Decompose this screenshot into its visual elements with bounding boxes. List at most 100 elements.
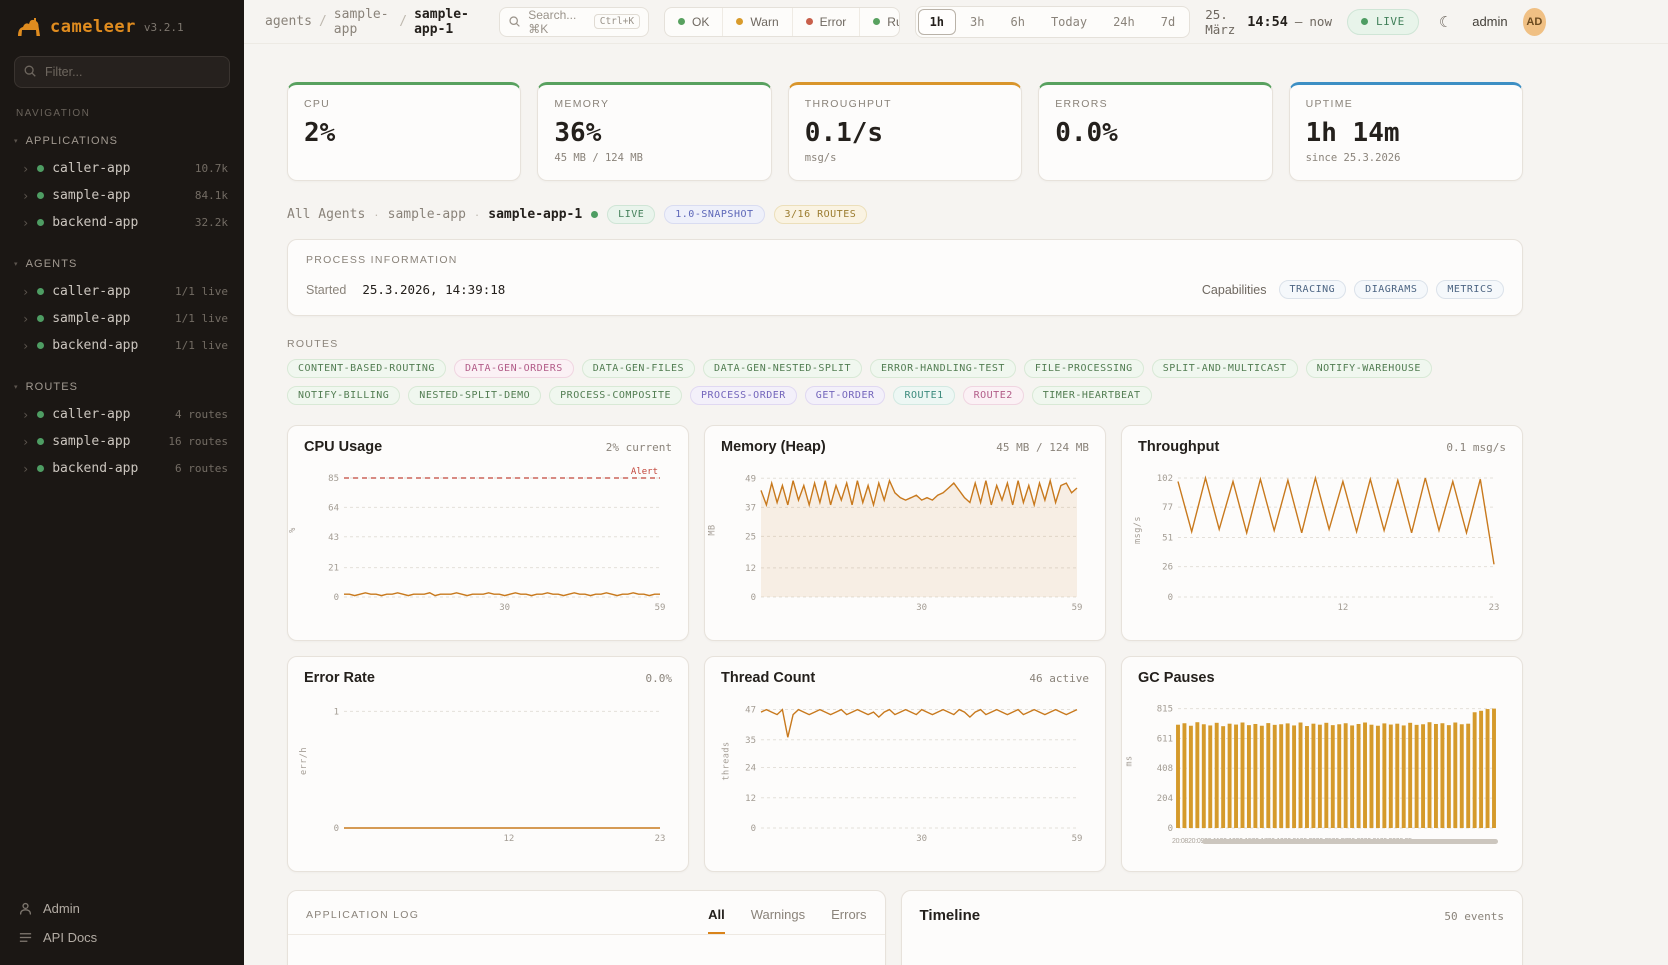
route-pill[interactable]: DATA-GEN-FILES — [582, 359, 695, 378]
sidebar-item-application-sample-app[interactable]: › sample-app 84.1k — [0, 182, 244, 209]
route-pill[interactable]: NOTIFY-WAREHOUSE — [1306, 359, 1432, 378]
status-filter-group: OK Warn Error Running — [664, 7, 900, 37]
agent-breadcrumb-bar: All Agents · sample-app · sample-app-1 L… — [287, 205, 1523, 224]
route-pill[interactable]: TIMER-HEARTBEAT — [1032, 386, 1152, 405]
chevron-right-icon: › — [22, 408, 29, 422]
breadcrumb-sample-app[interactable]: sample-app — [334, 7, 392, 37]
route-pill[interactable]: GET-ORDER — [805, 386, 886, 405]
route-pill[interactable]: ERROR-HANDLING-TEST — [870, 359, 1016, 378]
global-search[interactable]: Search... ⌘K Ctrl+K — [499, 7, 649, 37]
badge-routes-count: 3/16 ROUTES — [774, 205, 868, 224]
status-filter-running[interactable]: Running — [859, 8, 899, 36]
docs-icon — [18, 930, 33, 945]
svg-text:64: 64 — [328, 503, 339, 513]
y-axis-label: threads — [722, 741, 732, 780]
filter-input[interactable] — [14, 56, 230, 88]
tab-errors[interactable]: Errors — [831, 907, 866, 934]
svg-text:49: 49 — [745, 474, 756, 484]
route-pill[interactable]: DATA-GEN-ORDERS — [454, 359, 574, 378]
route-pill[interactable]: CONTENT-BASED-ROUTING — [287, 359, 446, 378]
agent-live-dot — [591, 211, 598, 218]
route-pill[interactable]: SPLIT-AND-MULTICAST — [1152, 359, 1298, 378]
route-pill[interactable]: PROCESS-COMPOSITE — [549, 386, 682, 405]
chart-current-value: 46 active — [1029, 672, 1089, 685]
time-range-3h[interactable]: 3h — [958, 9, 996, 35]
route-pill[interactable]: NOTIFY-BILLING — [287, 386, 400, 405]
tab-warnings[interactable]: Warnings — [751, 907, 805, 934]
svg-text:59: 59 — [655, 603, 666, 613]
sidebar-item-routes-sample-app[interactable]: › sample-app 16 routes — [0, 428, 244, 455]
dark-mode-toggle[interactable]: ☾ — [1434, 8, 1457, 36]
started-value: 25.3.2026, 14:39:18 — [362, 282, 505, 297]
breadcrumb-agents[interactable]: agents — [265, 14, 312, 29]
svg-text:35: 35 — [745, 736, 756, 746]
sidebar-item-agent-backend-app[interactable]: › backend-app 1/1 live — [0, 332, 244, 359]
stat-sub — [304, 152, 504, 165]
svg-text:43: 43 — [328, 533, 339, 543]
status-filter-error[interactable]: Error — [792, 8, 860, 36]
sidebar-item-application-caller-app[interactable]: › caller-app 10.7k — [0, 155, 244, 182]
user-menu[interactable]: admin — [1472, 14, 1507, 29]
live-label: LIVE — [1376, 15, 1405, 28]
stat-value: 0.0% — [1055, 118, 1255, 148]
link-sample-app[interactable]: sample-app — [388, 207, 466, 222]
sidebar-item-agent-sample-app[interactable]: › sample-app 1/1 live — [0, 305, 244, 332]
sidebar-item-admin[interactable]: Admin — [18, 901, 226, 916]
logo[interactable]: cameleer v3.2.1 — [0, 0, 244, 54]
time-display: 25. März 14:54 — now — [1205, 7, 1332, 37]
time-range-7d[interactable]: 7d — [1149, 9, 1187, 35]
person-icon — [18, 901, 33, 916]
sidebar-item-agent-caller-app[interactable]: › caller-app 1/1 live — [0, 278, 244, 305]
route-pill[interactable]: DATA-GEN-NESTED-SPLIT — [703, 359, 862, 378]
gc-pauses-chart: 0204408611815 — [1148, 692, 1500, 844]
sidebar-group-agents[interactable]: ▾ AGENTS — [0, 254, 244, 278]
item-badge: 84.1k — [195, 189, 228, 202]
svg-text:12: 12 — [745, 794, 756, 804]
current-agent-name: sample-app-1 — [488, 207, 582, 222]
route-pill[interactable]: NESTED-SPLIT-DEMO — [408, 386, 541, 405]
gc-chart-scrollbar[interactable] — [1202, 839, 1498, 844]
item-badge: 32.2k — [195, 216, 228, 229]
chart-current-value: 0.1 msg/s — [1446, 441, 1506, 454]
sidebar-group-routes[interactable]: ▾ ROUTES — [0, 377, 244, 401]
sidebar-item-routes-caller-app[interactable]: › caller-app 4 routes — [0, 401, 244, 428]
status-filter-ok[interactable]: OK — [665, 8, 722, 36]
time-range-1h[interactable]: 1h — [918, 9, 956, 35]
svg-text:85: 85 — [328, 474, 339, 484]
sidebar-item-application-backend-app[interactable]: › backend-app 32.2k — [0, 209, 244, 236]
item-label: sample-app — [52, 434, 130, 449]
route-pill[interactable]: ROUTE2 — [963, 386, 1024, 405]
svg-text:0: 0 — [751, 593, 756, 603]
status-filter-label: OK — [692, 15, 709, 29]
admin-label: Admin — [43, 901, 80, 916]
svg-text:408: 408 — [1157, 764, 1173, 774]
tab-all[interactable]: All — [708, 907, 725, 934]
status-dot — [806, 18, 813, 25]
route-pill[interactable]: PROCESS-ORDER — [690, 386, 797, 405]
svg-text:12: 12 — [1337, 603, 1348, 613]
route-pill[interactable]: FILE-PROCESSING — [1024, 359, 1144, 378]
status-dot — [37, 219, 44, 226]
stat-label: MEMORY — [554, 98, 754, 110]
svg-text:25: 25 — [745, 532, 756, 542]
date-label: 25. März — [1205, 7, 1240, 37]
badge-live: LIVE — [607, 205, 655, 224]
chart-title: Memory (Heap) — [721, 439, 826, 455]
svg-text:611: 611 — [1157, 734, 1173, 744]
time-range-24h[interactable]: 24h — [1101, 9, 1147, 35]
status-filter-warn[interactable]: Warn — [722, 8, 791, 36]
time-range-today[interactable]: Today — [1039, 9, 1099, 35]
avatar[interactable]: AD — [1523, 8, 1546, 36]
stat-card-uptime: UPTIME 1h 14m since 25.3.2026 — [1289, 82, 1523, 181]
status-dot — [37, 192, 44, 199]
link-all-agents[interactable]: All Agents — [287, 207, 365, 222]
sidebar-item-api-docs[interactable]: API Docs — [18, 930, 226, 945]
sidebar-group-applications[interactable]: ▾ APPLICATIONS — [0, 131, 244, 155]
live-toggle[interactable]: LIVE — [1347, 9, 1419, 35]
chart-card-thread-count: Thread Count 46 active threads 012243547… — [704, 656, 1106, 872]
time-range-6h[interactable]: 6h — [998, 9, 1036, 35]
timeline-panel: Timeline 50 events — [901, 890, 1523, 965]
sidebar-item-routes-backend-app[interactable]: › backend-app 6 routes — [0, 455, 244, 482]
route-pill[interactable]: ROUTE1 — [893, 386, 954, 405]
group-label: AGENTS — [26, 258, 78, 270]
